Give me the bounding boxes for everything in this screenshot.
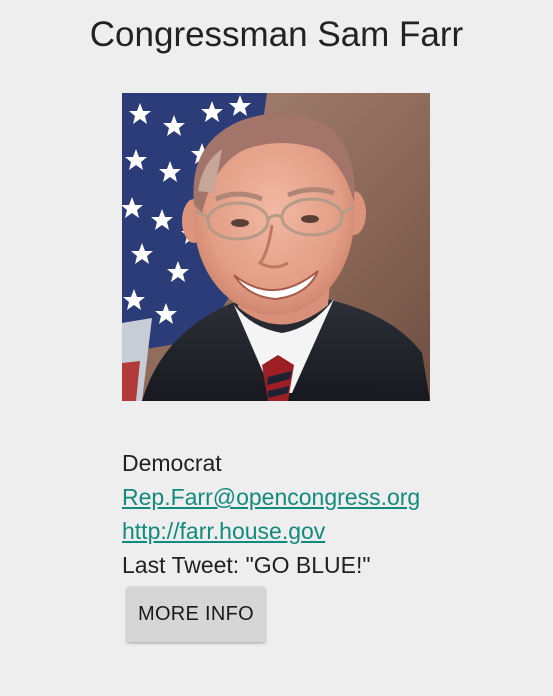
page-title: Congressman Sam Farr <box>89 15 464 54</box>
email-link[interactable]: Rep.Farr@opencongress.org <box>122 480 542 514</box>
profile-details: Democrat Rep.Farr@opencongress.org http:… <box>122 446 542 582</box>
portrait-photo <box>122 93 430 401</box>
website-link[interactable]: http://farr.house.gov <box>122 514 542 548</box>
more-info-button[interactable]: MORE INFO <box>127 587 265 642</box>
last-tweet-text: Last Tweet: "GO BLUE!" <box>122 552 371 578</box>
party-label: Democrat <box>122 450 222 476</box>
